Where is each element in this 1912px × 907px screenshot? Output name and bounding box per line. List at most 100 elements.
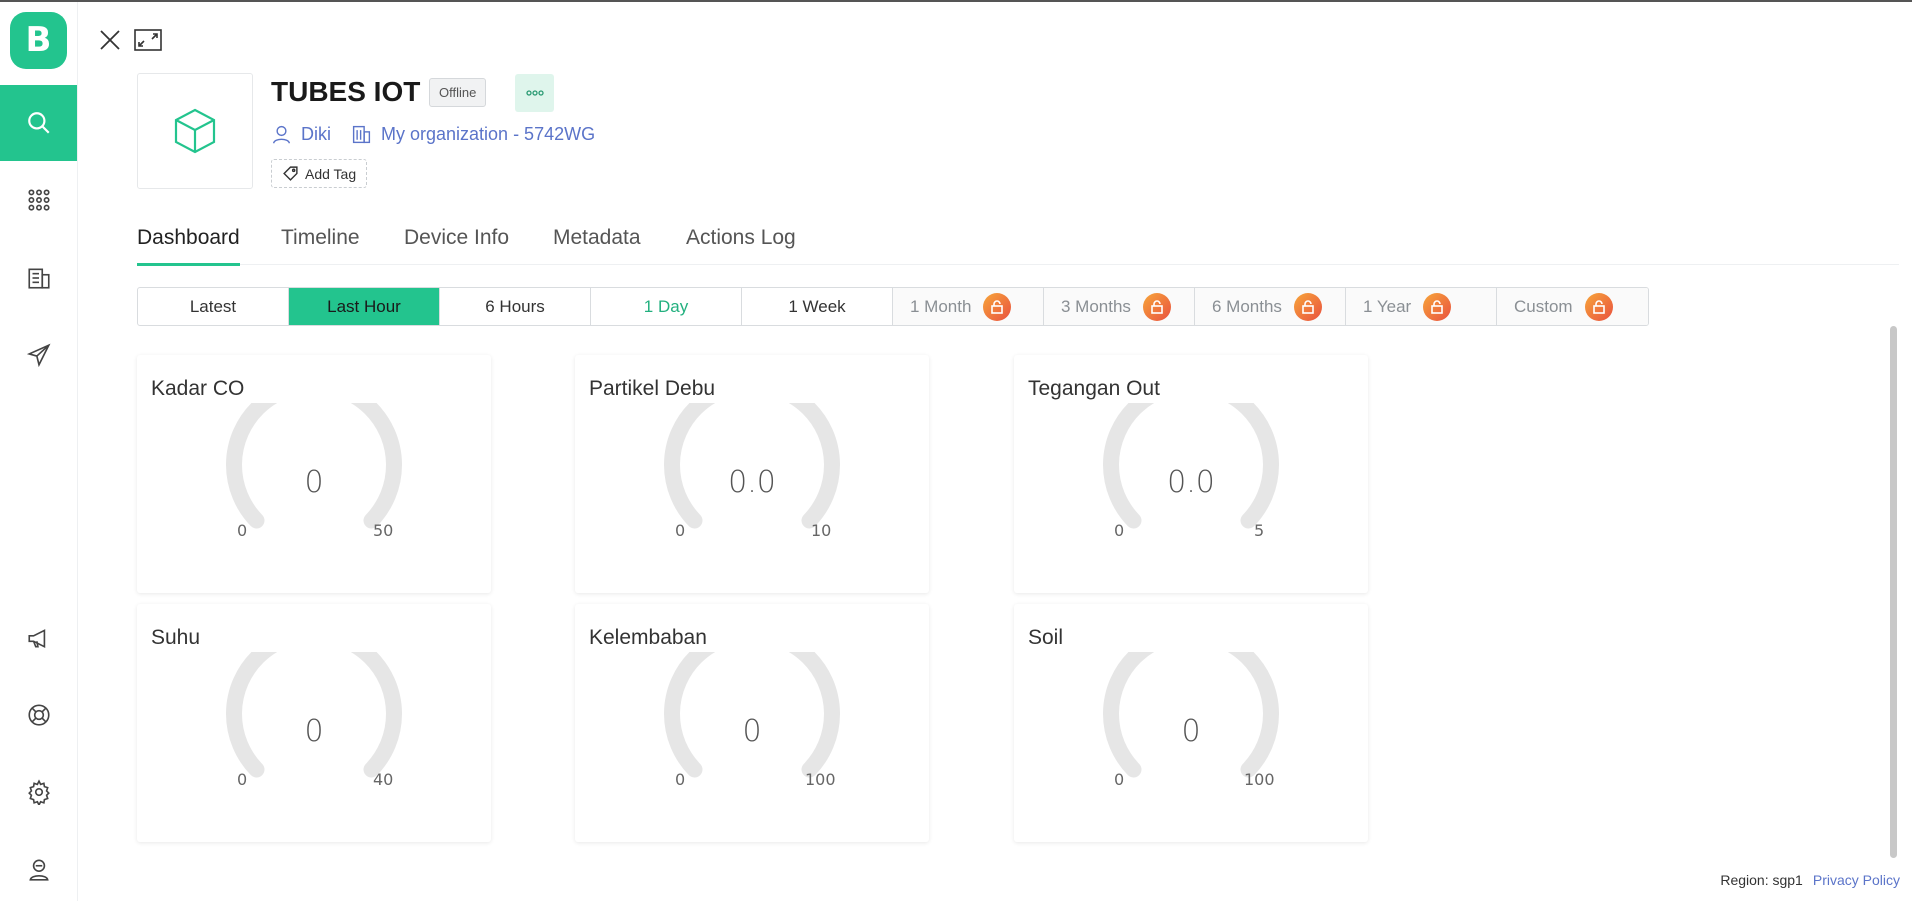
user-icon xyxy=(272,125,291,144)
window-top-border xyxy=(0,0,1912,2)
range-3-months[interactable]: 3 Months xyxy=(1044,288,1195,325)
gauge: 0.0 xyxy=(662,376,842,573)
gauge-value: 0.0 xyxy=(728,465,776,500)
range-1-day[interactable]: 1 Day xyxy=(591,288,742,325)
footer: Region: sgp1 Privacy Policy xyxy=(1720,872,1900,888)
widget-title: Partikel Debu xyxy=(589,377,716,400)
sidebar-item-apps[interactable] xyxy=(0,162,77,238)
gauge-max: 100 xyxy=(1244,770,1275,789)
organization-name[interactable]: My organization - 5742WG xyxy=(381,124,595,145)
widget-kadar-co[interactable]: Kadar CO 0 0 50 xyxy=(137,355,491,593)
sidebar-item-settings[interactable] xyxy=(0,754,77,830)
scrollbar[interactable] xyxy=(1890,326,1897,858)
collapse-button[interactable] xyxy=(134,26,162,54)
gauge: 0.0 xyxy=(1101,376,1281,573)
gauge-min: 0 xyxy=(1114,521,1125,540)
gauge-value: 0.0 xyxy=(1167,465,1215,500)
widget-suhu[interactable]: Suhu 0 0 40 xyxy=(137,604,491,842)
megaphone-icon xyxy=(27,629,45,648)
gauge-min: 0 xyxy=(675,770,686,789)
gauge-min: 0 xyxy=(675,521,686,540)
gauge-max: 50 xyxy=(373,521,394,540)
time-range-selector: Latest Last Hour 6 Hours 1 Day 1 Week 1 … xyxy=(137,287,1649,326)
tab-timeline[interactable]: Timeline xyxy=(281,222,360,264)
tab-bar: Dashboard Timeline Device Info Metadata … xyxy=(137,222,1899,266)
range-latest[interactable]: Latest xyxy=(138,288,289,325)
more-dots-icon xyxy=(525,90,544,96)
device-title: TUBES IOT xyxy=(271,76,421,107)
range-6-hours[interactable]: 6 Hours xyxy=(440,288,591,325)
widget-tegangan-out[interactable]: Tegangan Out 0.0 0 5 xyxy=(1014,355,1368,593)
more-actions-button[interactable] xyxy=(515,74,554,112)
sidebar-item-announcements[interactable] xyxy=(0,600,77,676)
gauge-min: 0 xyxy=(1114,770,1125,789)
tab-metadata[interactable]: Metadata xyxy=(553,222,641,264)
gauge-max: 10 xyxy=(811,521,832,540)
cube-icon xyxy=(174,108,216,154)
sidebar-item-help[interactable] xyxy=(0,677,77,753)
apps-grid-icon xyxy=(27,189,50,211)
device-image xyxy=(137,73,253,189)
gauge-min: 0 xyxy=(237,521,248,540)
send-icon xyxy=(26,343,50,368)
widget-soil[interactable]: Soil 0 0 100 xyxy=(1014,604,1368,842)
help-icon xyxy=(27,704,50,726)
search-icon xyxy=(27,112,50,134)
range-last-hour[interactable]: Last Hour xyxy=(289,288,440,325)
gauge-value: 0 xyxy=(1181,714,1201,749)
lock-icon xyxy=(1584,292,1613,321)
device-organization[interactable]: My organization - 5742WG xyxy=(351,121,595,147)
gauge-max: 100 xyxy=(805,770,836,789)
gauge: 0 xyxy=(224,376,404,573)
gauge-value: 0 xyxy=(742,714,762,749)
status-badge: Offline xyxy=(429,78,487,107)
range-custom[interactable]: Custom xyxy=(1497,288,1648,325)
sidebar-item-send[interactable] xyxy=(0,317,77,393)
gauge-max: 5 xyxy=(1254,521,1265,540)
gauge: 0 xyxy=(662,625,842,822)
range-1-year[interactable]: 1 Year xyxy=(1346,288,1497,325)
lock-icon xyxy=(1293,292,1322,321)
owner-name[interactable]: Diki xyxy=(301,124,331,145)
region-label: Region: sgp1 xyxy=(1720,872,1803,888)
gauge-max: 40 xyxy=(373,770,394,789)
gauge: 0 xyxy=(1101,625,1281,822)
organization-icon xyxy=(27,268,50,289)
tag-icon xyxy=(283,166,298,181)
widget-kelembaban[interactable]: Kelembaban 0 0 100 xyxy=(575,604,929,842)
add-tag-label: Add Tag xyxy=(305,165,357,182)
sidebar: B xyxy=(0,2,78,901)
gauge-min: 0 xyxy=(237,770,248,789)
widget-partikel-debu[interactable]: Partikel Debu 0.0 0 10 xyxy=(575,355,929,593)
gauge: 0 xyxy=(224,625,404,822)
close-button[interactable] xyxy=(96,26,124,54)
widget-title: Tegangan Out xyxy=(1028,377,1160,400)
tab-dashboard[interactable]: Dashboard xyxy=(137,222,240,266)
device-owner[interactable]: Diki xyxy=(271,121,331,147)
range-6-months[interactable]: 6 Months xyxy=(1195,288,1346,325)
widget-title: Suhu xyxy=(151,626,201,649)
app-logo[interactable]: B xyxy=(10,12,67,69)
privacy-policy-link[interactable]: Privacy Policy xyxy=(1813,872,1900,888)
settings-icon xyxy=(27,779,50,805)
range-1-month[interactable]: 1 Month xyxy=(893,288,1044,325)
lock-icon xyxy=(1142,292,1171,321)
close-icon xyxy=(100,30,120,50)
range-1-week[interactable]: 1 Week xyxy=(742,288,893,325)
widget-title: Kelembaban xyxy=(589,626,707,649)
tab-actions-log[interactable]: Actions Log xyxy=(686,222,796,264)
collapse-icon xyxy=(134,29,162,51)
widget-title: Soil xyxy=(1028,626,1064,649)
user-profile-icon xyxy=(28,859,49,881)
gauge-value: 0 xyxy=(304,465,324,500)
sidebar-item-organization[interactable] xyxy=(0,240,77,316)
lock-icon xyxy=(983,292,1012,321)
sidebar-item-profile[interactable] xyxy=(0,831,77,907)
widget-title: Kadar CO xyxy=(151,377,245,400)
tab-device-info[interactable]: Device Info xyxy=(404,222,509,264)
lock-icon xyxy=(1423,292,1452,321)
add-tag-button[interactable]: Add Tag xyxy=(271,159,368,188)
gauge-value: 0 xyxy=(304,714,324,749)
sidebar-item-search[interactable] xyxy=(0,85,77,161)
building-icon xyxy=(352,125,371,143)
